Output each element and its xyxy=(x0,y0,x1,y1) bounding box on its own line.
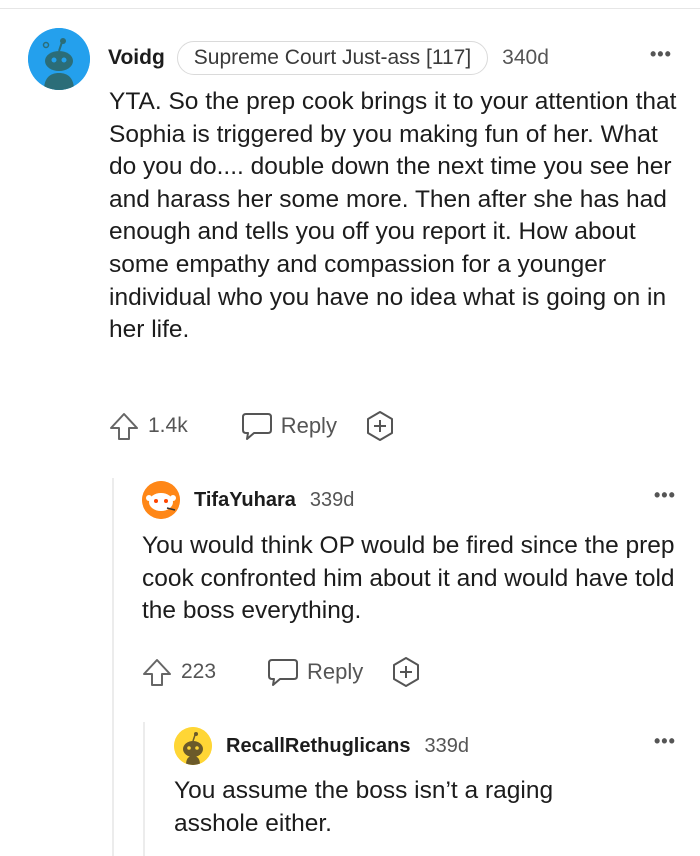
comment: RecallRethuglicans 339d ••• You assume t… xyxy=(0,0,700,856)
snoo-avatar-icon xyxy=(174,727,212,765)
more-options-icon[interactable]: ••• xyxy=(654,731,676,752)
comment-author[interactable]: RecallRethuglicans xyxy=(226,735,411,758)
comment-age: 339d xyxy=(424,734,470,757)
comment-body: You assume the boss isn’t a raging assho… xyxy=(174,777,554,837)
avatar[interactable] xyxy=(174,727,212,765)
